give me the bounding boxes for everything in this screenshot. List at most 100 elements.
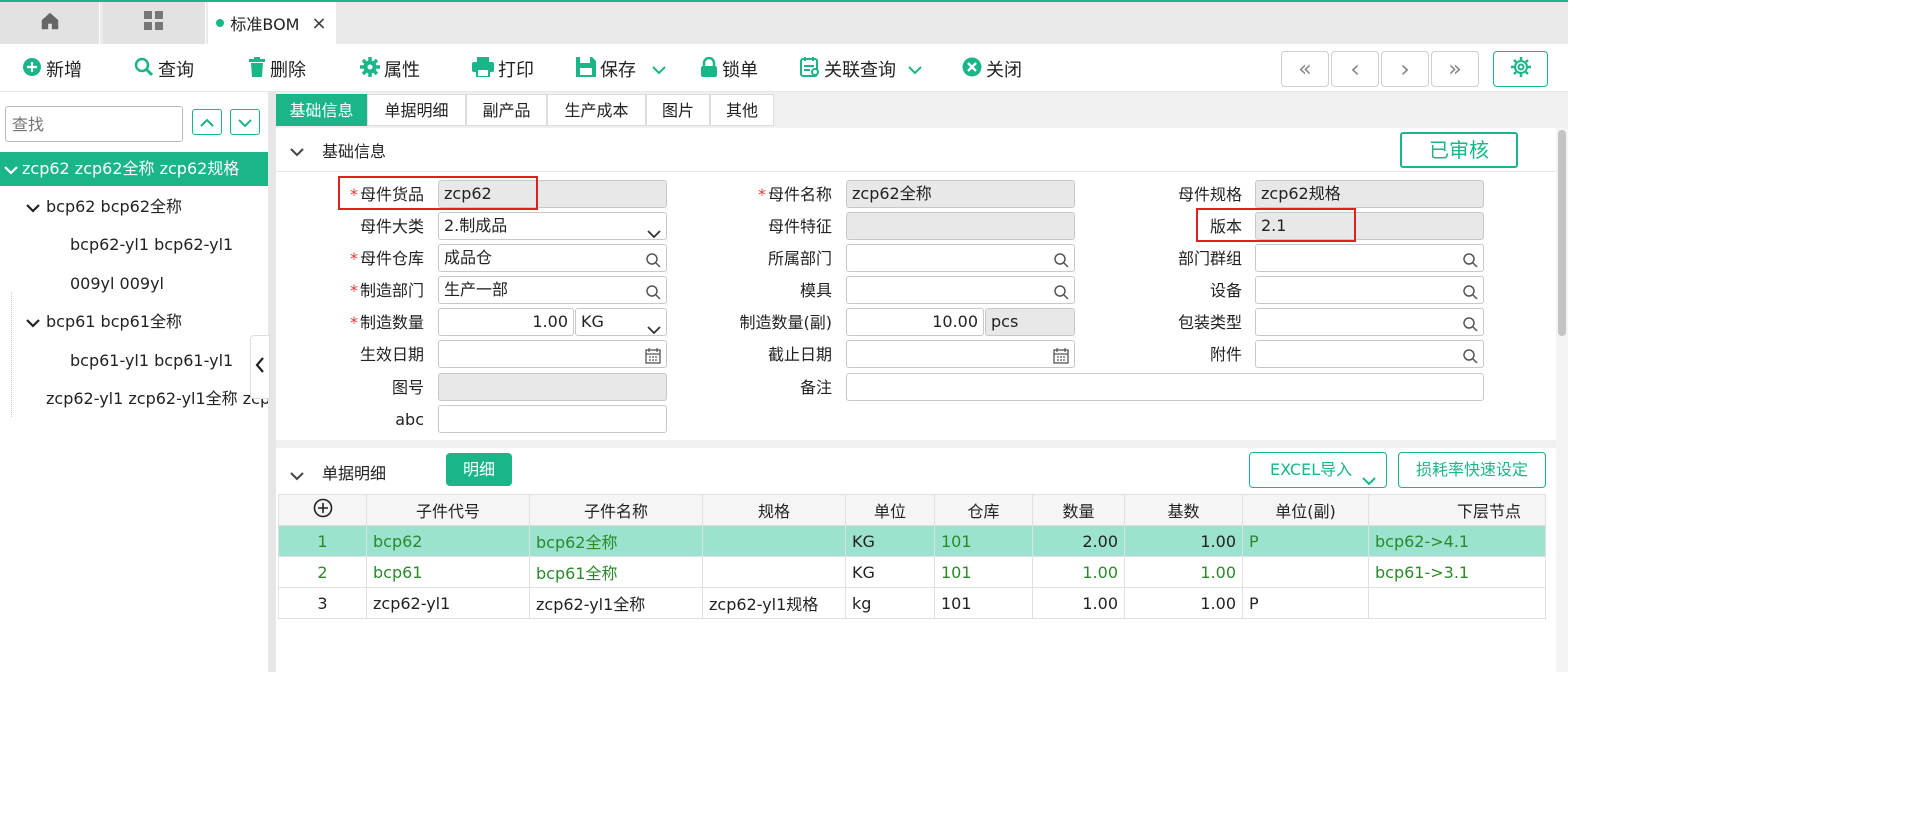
column-header[interactable]: 单位 [845,494,935,526]
unit2-cell[interactable]: P [1242,525,1369,557]
related-query-button[interactable]: 关联查询 [800,56,922,82]
plus-circle-icon[interactable] [313,498,333,522]
nav-prev-button[interactable]: ‹ [1331,51,1379,87]
loss-rate-button[interactable]: 损耗率快速设定 [1398,452,1546,488]
drawing-no-field[interactable] [438,373,667,401]
search-icon[interactable] [1462,282,1478,303]
dept-group-field[interactable] [1255,244,1484,272]
search-icon[interactable] [1462,250,1478,271]
search-icon[interactable] [1462,314,1478,335]
parent-category-select[interactable]: 2.制成品 [438,212,667,240]
table-row[interactable]: 3 zcp62-yl1 zcp62-yl1全称 zcp62-yl1规格 kg 1… [278,587,1546,619]
tree-node-bcp61-yl1[interactable]: bcp61-yl1 bcp61-yl1 [70,344,233,378]
warehouse-cell[interactable]: 101 [934,587,1033,619]
child-node-cell[interactable]: bcp62->4.1 [1368,525,1546,557]
tab-images[interactable]: 图片 [646,94,710,126]
tree-node-zcp62-yl1[interactable]: zcp62-yl1 zcp62-yl1全称 zcp [46,382,268,416]
base-cell[interactable]: 1.00 [1124,556,1243,588]
warehouse-cell[interactable]: 101 [934,556,1033,588]
home-tab[interactable] [0,2,100,44]
dept-field[interactable] [846,244,1075,272]
search-icon[interactable] [645,282,661,303]
unit-cell[interactable]: kg [845,587,935,619]
warehouse-field[interactable]: 成品仓 [438,244,667,272]
tab-production-cost[interactable]: 生产成本 [547,94,646,126]
add-button[interactable]: 新增 [22,56,82,82]
unit-cell[interactable]: KG [845,556,935,588]
child-name-cell[interactable]: bcp62全称 [529,525,703,557]
column-header[interactable]: 下层节点 [1368,494,1546,526]
child-code-cell[interactable]: zcp62-yl1 [366,587,530,619]
tab-close-icon[interactable]: × [312,13,327,34]
nav-first-button[interactable]: « [1281,51,1329,87]
collapse-sidebar-button[interactable] [250,335,270,399]
unit-cell[interactable]: KG [845,525,935,557]
search-icon[interactable] [1053,250,1069,271]
chevron-down-icon[interactable] [652,59,666,80]
close-button[interactable]: 关闭 [962,56,1022,82]
lock-button[interactable]: 锁单 [700,56,758,82]
column-header[interactable]: 子件名称 [529,494,703,526]
parent-spec-field[interactable]: zcp62规格 [1255,180,1484,208]
settings-button[interactable] [1493,51,1548,87]
device-field[interactable] [1255,276,1484,304]
query-button[interactable]: 查询 [134,56,194,82]
delete-button[interactable]: 删除 [248,56,306,82]
table-row[interactable]: 1 bcp62 bcp62全称 KG 101 2.00 1.00 P bcp62… [278,525,1546,557]
search-icon[interactable] [645,250,661,271]
mfg-qty2-unit-field[interactable]: pcs [985,308,1075,336]
spec-cell[interactable] [702,525,846,557]
chevron-down-icon[interactable] [26,306,40,340]
nav-last-button[interactable]: » [1431,51,1479,87]
tab-basic-info[interactable]: 基础信息 [276,94,367,126]
chevron-down-icon[interactable] [4,153,18,187]
apps-tab[interactable] [103,2,206,44]
add-row-header[interactable] [278,494,367,526]
tree-node-009yl[interactable]: 009yl 009yl [70,267,164,301]
chevron-down-icon[interactable] [1362,464,1376,498]
remark-field[interactable] [846,373,1484,401]
child-code-cell[interactable]: bcp61 [366,556,530,588]
tree-search-input[interactable] [5,106,183,142]
column-header[interactable]: 规格 [702,494,846,526]
tree-node-bcp62-yl1[interactable]: bcp62-yl1 bcp62-yl1 [70,228,233,262]
abc-field[interactable] [438,405,667,433]
mfg-dept-field[interactable]: 生产一部 [438,276,667,304]
unit2-cell[interactable]: P [1242,587,1369,619]
tree-node-bcp62[interactable]: bcp62 bcp62全称 [26,190,182,224]
warehouse-cell[interactable]: 101 [934,525,1033,557]
effective-date-field[interactable] [438,340,667,368]
spec-cell[interactable] [702,556,846,588]
base-cell[interactable]: 1.00 [1124,525,1243,557]
child-name-cell[interactable]: zcp62-yl1全称 [529,587,703,619]
end-date-field[interactable] [846,340,1075,368]
chevron-down-icon[interactable] [908,59,922,80]
save-button[interactable]: 保存 [576,56,666,82]
tab-other[interactable]: 其他 [710,94,774,126]
qty-cell[interactable]: 2.00 [1032,525,1125,557]
tree-prev-button[interactable] [192,109,222,135]
base-cell[interactable]: 1.00 [1124,587,1243,619]
table-row[interactable]: 2 bcp61 bcp61全称 KG 101 1.00 1.00 bcp61->… [278,556,1546,588]
print-button[interactable]: 打印 [472,56,534,82]
column-header[interactable]: 子件代号 [366,494,530,526]
search-icon[interactable] [1053,282,1069,303]
qty-cell[interactable]: 1.00 [1032,556,1125,588]
qty-cell[interactable]: 1.00 [1032,587,1125,619]
column-header[interactable]: 基数 [1124,494,1243,526]
column-header[interactable]: 仓库 [934,494,1033,526]
collapse-chevron-icon[interactable] [290,466,304,485]
tab-detail[interactable]: 单据明细 [367,94,466,126]
parent-name-field[interactable]: zcp62全称 [846,180,1075,208]
child-node-cell[interactable]: bcp61->3.1 [1368,556,1546,588]
tab-byproduct[interactable]: 副产品 [466,94,547,126]
mfg-qty-field[interactable]: 1.00 [438,308,574,336]
mfg-qty-unit-select[interactable]: KG [575,308,667,336]
scrollbar-thumb[interactable] [1558,130,1566,336]
child-code-cell[interactable]: bcp62 [366,525,530,557]
calendar-icon[interactable] [645,346,661,367]
parent-feature-field[interactable] [846,212,1075,240]
child-name-cell[interactable]: bcp61全称 [529,556,703,588]
excel-import-button[interactable]: EXCEL导入 [1249,452,1387,488]
mfg-qty2-field[interactable]: 10.00 [846,308,984,336]
